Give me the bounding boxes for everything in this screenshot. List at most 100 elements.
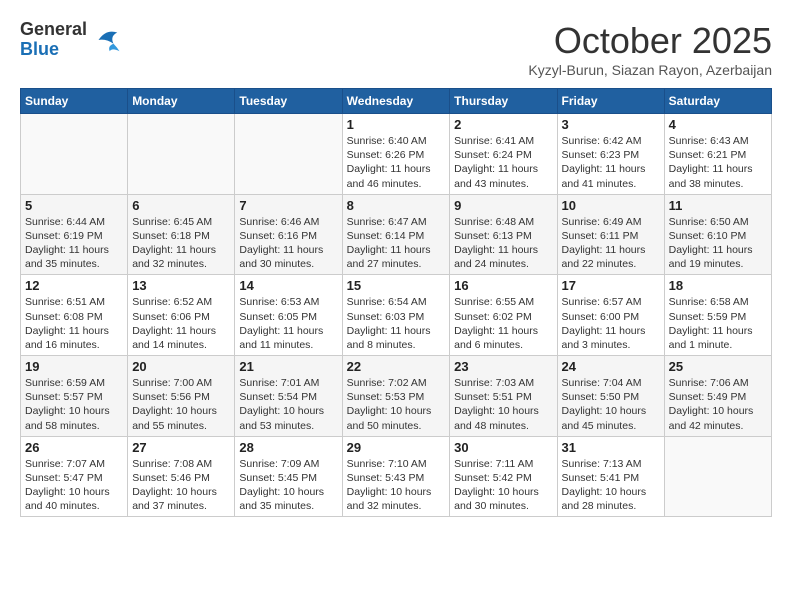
day-number: 28 xyxy=(239,440,337,455)
day-info: Sunrise: 7:04 AM Sunset: 5:50 PM Dayligh… xyxy=(562,376,660,433)
day-info: Sunrise: 6:51 AM Sunset: 6:08 PM Dayligh… xyxy=(25,295,123,352)
day-number: 30 xyxy=(454,440,552,455)
calendar-cell: 4Sunrise: 6:43 AM Sunset: 6:21 PM Daylig… xyxy=(664,114,771,195)
day-number: 16 xyxy=(454,278,552,293)
day-number: 13 xyxy=(132,278,230,293)
day-info: Sunrise: 6:47 AM Sunset: 6:14 PM Dayligh… xyxy=(347,215,446,272)
day-info: Sunrise: 7:13 AM Sunset: 5:41 PM Dayligh… xyxy=(562,457,660,514)
day-info: Sunrise: 6:42 AM Sunset: 6:23 PM Dayligh… xyxy=(562,134,660,191)
day-number: 7 xyxy=(239,198,337,213)
day-number: 3 xyxy=(562,117,660,132)
calendar-cell: 1Sunrise: 6:40 AM Sunset: 6:26 PM Daylig… xyxy=(342,114,450,195)
calendar-cell: 24 Sunrise: 7:04 AM Sunset: 5:50 PM Dayli… xyxy=(557,356,664,437)
day-info: Sunrise: 6:54 AM Sunset: 6:03 PM Dayligh… xyxy=(347,295,446,352)
calendar-cell: 7Sunrise: 6:46 AM Sunset: 6:16 PM Daylig… xyxy=(235,194,342,275)
calendar-cell: 31 Sunrise: 7:13 AM Sunset: 5:41 PM Dayli… xyxy=(557,436,664,517)
day-number: 31 xyxy=(562,440,660,455)
calendar-cell: 13 Sunrise: 6:52 AM Sunset: 6:06 PM Dayli… xyxy=(128,275,235,356)
day-number: 20 xyxy=(132,359,230,374)
calendar-cell: 9 Sunrise: 6:48 AM Sunset: 6:13 PM Daylig… xyxy=(450,194,557,275)
day-info: Sunrise: 6:50 AM Sunset: 6:10 PM Dayligh… xyxy=(669,215,767,272)
calendar-cell: 26Sunrise: 7:07 AM Sunset: 5:47 PM Dayli… xyxy=(21,436,128,517)
day-header-tuesday: Tuesday xyxy=(235,89,342,114)
day-info: Sunrise: 6:44 AM Sunset: 6:19 PM Dayligh… xyxy=(25,215,123,272)
day-info: Sunrise: 7:00 AM Sunset: 5:56 PM Dayligh… xyxy=(132,376,230,433)
location: Kyzyl-Burun, Siazan Rayon, Azerbaijan xyxy=(528,62,772,78)
calendar-cell xyxy=(21,114,128,195)
day-number: 17 xyxy=(562,278,660,293)
calendar-cell: 10 Sunrise: 6:49 AM Sunset: 6:11 PM Dayli… xyxy=(557,194,664,275)
day-number: 25 xyxy=(669,359,767,374)
calendar-cell: 16 Sunrise: 6:55 AM Sunset: 6:02 PM Dayli… xyxy=(450,275,557,356)
calendar-cell: 11Sunrise: 6:50 AM Sunset: 6:10 PM Dayli… xyxy=(664,194,771,275)
day-number: 26 xyxy=(25,440,123,455)
calendar-week-row: 12 Sunrise: 6:51 AM Sunset: 6:08 PM Dayli… xyxy=(21,275,772,356)
day-number: 29 xyxy=(347,440,446,455)
calendar-week-row: 26Sunrise: 7:07 AM Sunset: 5:47 PM Dayli… xyxy=(21,436,772,517)
day-info: Sunrise: 6:45 AM Sunset: 6:18 PM Dayligh… xyxy=(132,215,230,272)
calendar-cell: 19 Sunrise: 6:59 AM Sunset: 5:57 PM Dayli… xyxy=(21,356,128,437)
calendar-cell: 27 Sunrise: 7:08 AM Sunset: 5:46 PM Dayli… xyxy=(128,436,235,517)
calendar-cell: 29 Sunrise: 7:10 AM Sunset: 5:43 PM Dayli… xyxy=(342,436,450,517)
day-info: Sunrise: 7:06 AM Sunset: 5:49 PM Dayligh… xyxy=(669,376,767,433)
calendar-cell: 28 Sunrise: 7:09 AM Sunset: 5:45 PM Dayli… xyxy=(235,436,342,517)
calendar-cell: 2Sunrise: 6:41 AM Sunset: 6:24 PM Daylig… xyxy=(450,114,557,195)
day-number: 4 xyxy=(669,117,767,132)
calendar-cell: 3 Sunrise: 6:42 AM Sunset: 6:23 PM Daylig… xyxy=(557,114,664,195)
logo: General Blue xyxy=(20,20,121,60)
title-area: October 2025 Kyzyl-Burun, Siazan Rayon, … xyxy=(528,20,772,78)
day-info: Sunrise: 7:03 AM Sunset: 5:51 PM Dayligh… xyxy=(454,376,552,433)
day-header-saturday: Saturday xyxy=(664,89,771,114)
calendar-cell xyxy=(235,114,342,195)
calendar-week-row: 19 Sunrise: 6:59 AM Sunset: 5:57 PM Dayli… xyxy=(21,356,772,437)
calendar-week-row: 1Sunrise: 6:40 AM Sunset: 6:26 PM Daylig… xyxy=(21,114,772,195)
day-number: 2 xyxy=(454,117,552,132)
day-number: 23 xyxy=(454,359,552,374)
day-info: Sunrise: 7:10 AM Sunset: 5:43 PM Dayligh… xyxy=(347,457,446,514)
day-info: Sunrise: 6:49 AM Sunset: 6:11 PM Dayligh… xyxy=(562,215,660,272)
calendar-cell: 6 Sunrise: 6:45 AM Sunset: 6:18 PM Daylig… xyxy=(128,194,235,275)
month-year: October 2025 xyxy=(528,20,772,62)
day-number: 8 xyxy=(347,198,446,213)
day-header-monday: Monday xyxy=(128,89,235,114)
day-number: 9 xyxy=(454,198,552,213)
calendar-cell xyxy=(128,114,235,195)
day-info: Sunrise: 7:11 AM Sunset: 5:42 PM Dayligh… xyxy=(454,457,552,514)
day-header-wednesday: Wednesday xyxy=(342,89,450,114)
day-number: 27 xyxy=(132,440,230,455)
day-number: 5 xyxy=(25,198,123,213)
day-number: 14 xyxy=(239,278,337,293)
day-info: Sunrise: 6:53 AM Sunset: 6:05 PM Dayligh… xyxy=(239,295,337,352)
day-info: Sunrise: 7:01 AM Sunset: 5:54 PM Dayligh… xyxy=(239,376,337,433)
header: General Blue October 2025 Kyzyl-Burun, S… xyxy=(20,20,772,78)
day-header-thursday: Thursday xyxy=(450,89,557,114)
logo-bird-icon xyxy=(91,25,121,55)
day-number: 10 xyxy=(562,198,660,213)
day-info: Sunrise: 6:57 AM Sunset: 6:00 PM Dayligh… xyxy=(562,295,660,352)
calendar-header-row: SundayMondayTuesdayWednesdayThursdayFrid… xyxy=(21,89,772,114)
day-number: 21 xyxy=(239,359,337,374)
day-info: Sunrise: 6:52 AM Sunset: 6:06 PM Dayligh… xyxy=(132,295,230,352)
calendar-cell: 25 Sunrise: 7:06 AM Sunset: 5:49 PM Dayli… xyxy=(664,356,771,437)
calendar-cell: 22 Sunrise: 7:02 AM Sunset: 5:53 PM Dayli… xyxy=(342,356,450,437)
logo-general: General xyxy=(20,20,87,40)
day-info: Sunrise: 6:48 AM Sunset: 6:13 PM Dayligh… xyxy=(454,215,552,272)
day-number: 24 xyxy=(562,359,660,374)
day-header-sunday: Sunday xyxy=(21,89,128,114)
day-info: Sunrise: 6:55 AM Sunset: 6:02 PM Dayligh… xyxy=(454,295,552,352)
day-info: Sunrise: 7:09 AM Sunset: 5:45 PM Dayligh… xyxy=(239,457,337,514)
day-number: 22 xyxy=(347,359,446,374)
day-info: Sunrise: 6:59 AM Sunset: 5:57 PM Dayligh… xyxy=(25,376,123,433)
logo-blue: Blue xyxy=(20,40,87,60)
calendar-cell: 17 Sunrise: 6:57 AM Sunset: 6:00 PM Dayli… xyxy=(557,275,664,356)
calendar-cell xyxy=(664,436,771,517)
day-number: 12 xyxy=(25,278,123,293)
day-number: 6 xyxy=(132,198,230,213)
calendar-cell: 18Sunrise: 6:58 AM Sunset: 5:59 PM Dayli… xyxy=(664,275,771,356)
day-number: 19 xyxy=(25,359,123,374)
calendar-cell: 15Sunrise: 6:54 AM Sunset: 6:03 PM Dayli… xyxy=(342,275,450,356)
day-info: Sunrise: 7:08 AM Sunset: 5:46 PM Dayligh… xyxy=(132,457,230,514)
logo-text: General Blue xyxy=(20,20,87,60)
day-header-friday: Friday xyxy=(557,89,664,114)
day-info: Sunrise: 7:02 AM Sunset: 5:53 PM Dayligh… xyxy=(347,376,446,433)
